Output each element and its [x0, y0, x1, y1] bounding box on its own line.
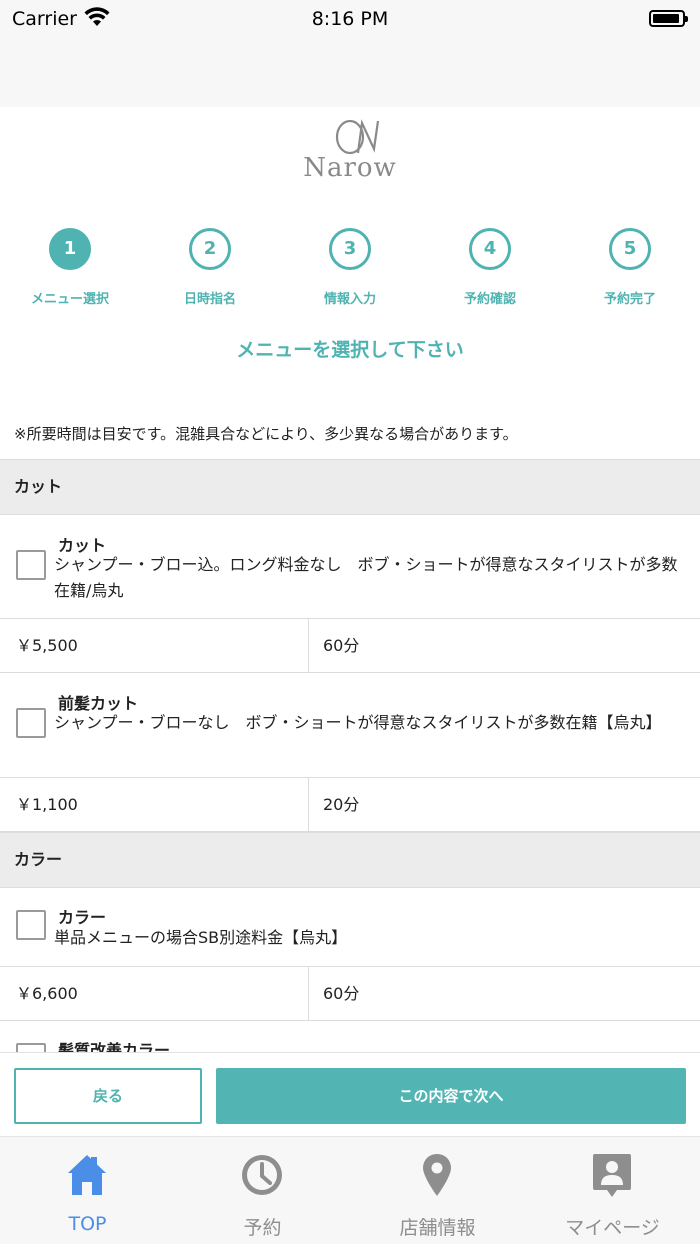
- nav-bar: [0, 40, 700, 107]
- menu-item-duration: 60分: [323, 984, 360, 1003]
- duration-note: ※所要時間は目安です。混雑具合などにより、多少異なる場合があります。: [14, 425, 518, 443]
- back-button[interactable]: 戻る: [14, 1068, 202, 1124]
- step-2: 2 日時指名: [140, 228, 280, 307]
- status-time: 8:16 PM: [311, 8, 389, 30]
- menu-item-description: シャンプー・ブローなし ボブ・ショートが得意なスタイリストが多数在籍【烏丸】: [54, 713, 662, 732]
- menu-item-description: 単品メニューの場合SB別途料金【烏丸】: [54, 928, 348, 947]
- tab-label: 店舗情報: [399, 1217, 476, 1239]
- category-header-color: カラー: [0, 832, 700, 888]
- step-label: 予約完了: [603, 292, 656, 307]
- logo-text: Narow: [303, 153, 397, 183]
- page-heading: メニューを選択して下さい: [236, 339, 464, 361]
- tab-reservation[interactable]: 予約: [175, 1137, 350, 1244]
- step-label: 情報入力: [323, 292, 376, 307]
- home-icon: [68, 1155, 106, 1195]
- step-indicator: 1 メニュー選択 2 日時指名 3 情報入力 4 予約確認 5 予約完了: [0, 228, 700, 318]
- menu-item-meta: ￥6,600 60分: [0, 967, 700, 1021]
- menu-item-duration: 20分: [323, 795, 360, 814]
- menu-item[interactable]: 前髪カット シャンプー・ブローなし ボブ・ショートが得意なスタイリストが多数在籍…: [0, 673, 700, 778]
- tab-label: 予約: [243, 1217, 282, 1239]
- menu-item[interactable]: 髪質改善カラー: [0, 1021, 700, 1052]
- menu-item-meta: ￥1,100 20分: [0, 778, 700, 832]
- step-label: メニュー選択: [30, 292, 109, 307]
- next-button[interactable]: この内容で次へ: [216, 1068, 686, 1124]
- menu-checkbox[interactable]: [16, 708, 46, 738]
- menu-item-duration: 60分: [323, 636, 360, 655]
- tab-label: TOP: [68, 1213, 107, 1235]
- step-5: 5 予約完了: [560, 228, 700, 307]
- step-number: 3: [329, 228, 371, 270]
- location-pin-icon: [423, 1154, 451, 1196]
- menu-item[interactable]: カラー 単品メニューの場合SB別途料金【烏丸】: [0, 888, 700, 967]
- menu-item-price: ￥6,600: [0, 967, 309, 1020]
- tab-shop-info[interactable]: 店舗情報: [350, 1137, 525, 1244]
- step-number: 5: [609, 228, 651, 270]
- step-label: 予約確認: [463, 292, 516, 307]
- tab-bar: TOP 予約 店舗情報 マイページ: [0, 1136, 700, 1244]
- tab-top[interactable]: TOP: [0, 1137, 175, 1244]
- shop-logo: Narow: [0, 107, 700, 207]
- step-number: 1: [49, 228, 91, 270]
- action-bar: 戻る この内容で次へ: [0, 1052, 700, 1136]
- step-label: 日時指名: [183, 292, 236, 307]
- menu-item-price: ￥1,100: [0, 778, 309, 831]
- menu-item-name: 髪質改善カラー: [58, 1041, 171, 1052]
- battery-icon: [649, 10, 688, 27]
- menu-checkbox[interactable]: [16, 1043, 46, 1052]
- menu-item-meta: ￥5,500 60分: [0, 619, 700, 673]
- clock-icon: [242, 1155, 282, 1195]
- menu-item-description: シャンプー・ブロー込。ロング料金なし ボブ・ショートが得意なスタイリストが多数在…: [54, 555, 678, 600]
- step-3: 3 情報入力: [280, 228, 420, 307]
- step-4: 4 予約確認: [420, 228, 560, 307]
- menu-list[interactable]: カット カット シャンプー・ブロー込。ロング料金なし ボブ・ショートが得意なスタ…: [0, 459, 700, 1052]
- tab-my-page[interactable]: マイページ: [525, 1137, 700, 1244]
- menu-checkbox[interactable]: [16, 550, 46, 580]
- menu-item[interactable]: カット シャンプー・ブロー込。ロング料金なし ボブ・ショートが得意なスタイリスト…: [0, 515, 700, 619]
- person-badge-icon: [593, 1154, 631, 1197]
- step-1: 1 メニュー選択: [0, 228, 140, 307]
- step-number: 4: [469, 228, 511, 270]
- menu-checkbox[interactable]: [16, 910, 46, 940]
- category-header-cut: カット: [0, 459, 700, 515]
- menu-item-price: ￥5,500: [0, 619, 309, 672]
- status-bar: Carrier 8:16 PM: [0, 0, 700, 40]
- tab-label: マイページ: [565, 1217, 660, 1239]
- step-number: 2: [189, 228, 231, 270]
